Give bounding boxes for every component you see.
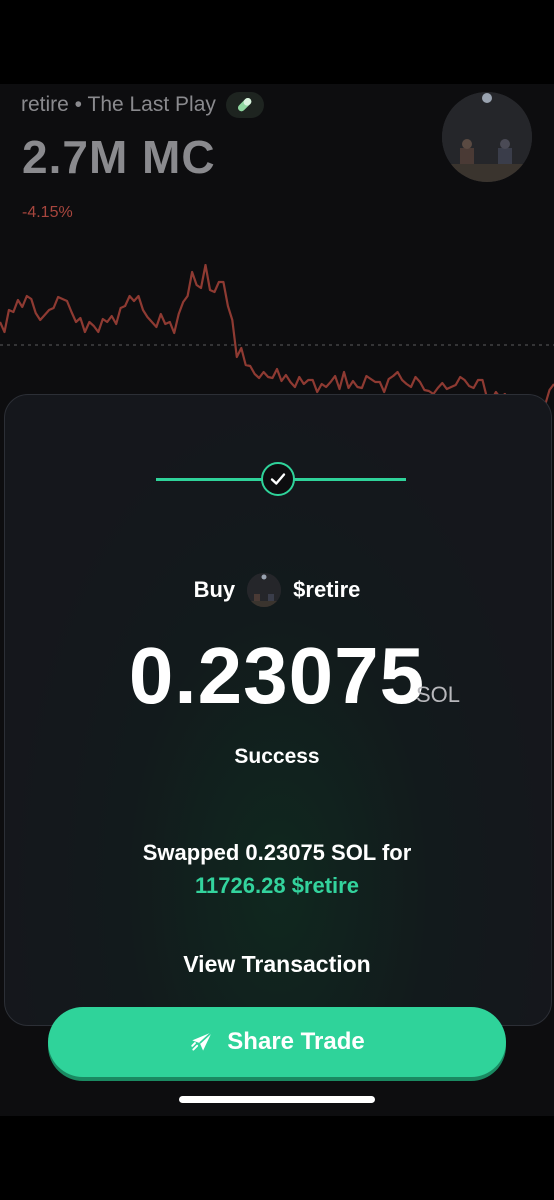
trade-status: Success (234, 745, 320, 768)
view-transaction-link[interactable]: View Transaction (0, 951, 554, 978)
trade-unit: SOL (416, 682, 461, 707)
token-avatar[interactable] (442, 92, 532, 182)
buy-row: Buy $retire (0, 573, 554, 607)
trade-amount: 0.23075 (128, 631, 426, 720)
market-cap: 2.7M MC (22, 131, 216, 183)
check-icon (261, 462, 295, 496)
swap-summary: Swapped 0.23075 SOL for (142, 840, 412, 865)
send-icon (191, 1031, 213, 1051)
token-header: retire • The Last Play (21, 92, 264, 118)
token-avatar-small (247, 573, 282, 607)
share-trade-button[interactable]: Share Trade (48, 1007, 506, 1077)
amount-row: 0.23075 SOL (0, 630, 554, 722)
token-name-row: retire • The Last Play (21, 92, 264, 118)
buy-label: Buy (193, 577, 236, 602)
swap-received: 11726.28 $retire (195, 873, 359, 898)
home-indicator[interactable] (179, 1096, 375, 1103)
ticker-label: $retire (293, 577, 361, 602)
token-name: retire • The Last Play (21, 93, 216, 116)
share-trade-label: Share Trade (227, 1028, 365, 1055)
price-change: -4.15% (22, 204, 73, 221)
pill-icon[interactable] (225, 92, 264, 118)
